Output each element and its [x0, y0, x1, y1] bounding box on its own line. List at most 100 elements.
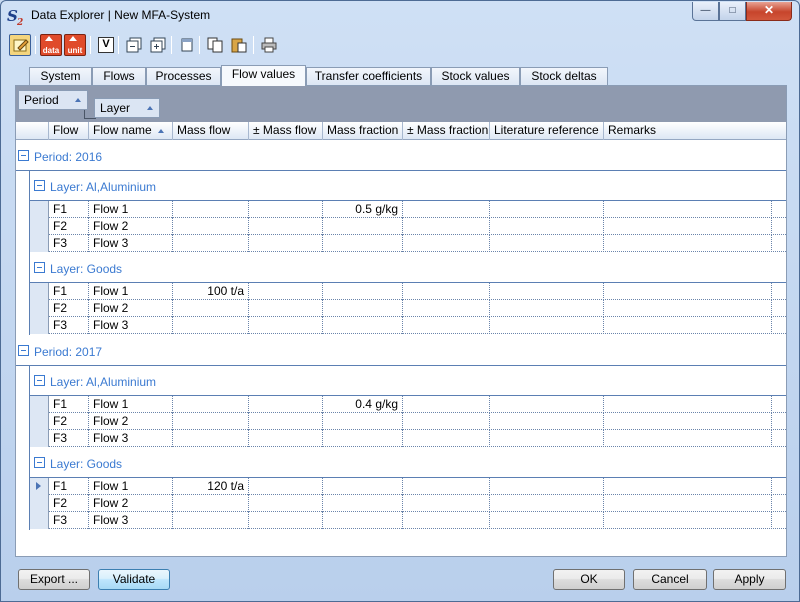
cell-pm-mass-flow[interactable]	[249, 495, 323, 512]
cell-mass-flow[interactable]	[173, 201, 249, 218]
row-selector[interactable]	[30, 430, 49, 447]
layer-group-row[interactable]: Layer: Goods	[30, 448, 786, 478]
cell-pm-mass-flow[interactable]	[249, 478, 323, 495]
col-header-flow[interactable]: Flow	[49, 122, 89, 140]
col-header-pm-mass-fraction[interactable]: ± Mass fraction	[403, 122, 490, 140]
group-chip-layer[interactable]: Layer	[94, 98, 160, 118]
table-row[interactable]: F1 Flow 1 120 t/a	[30, 478, 786, 495]
cell-flow-name[interactable]: Flow 2	[89, 413, 173, 430]
tab-system[interactable]: System	[29, 67, 92, 86]
cell-mass-fraction[interactable]	[323, 430, 403, 447]
cell-remarks[interactable]	[604, 201, 772, 218]
cell-flow[interactable]: F3	[49, 512, 89, 529]
cell-mass-flow[interactable]	[173, 413, 249, 430]
cell-mass-flow[interactable]	[173, 317, 249, 334]
table-row[interactable]: F2 Flow 2	[30, 413, 786, 430]
cell-pm-mass-flow[interactable]	[249, 413, 323, 430]
cell-mass-flow[interactable]	[173, 300, 249, 317]
cell-flow-name[interactable]: Flow 2	[89, 300, 173, 317]
row-selector[interactable]	[30, 512, 49, 529]
expand-all-button[interactable]	[146, 34, 168, 56]
cell-mass-flow[interactable]	[173, 396, 249, 413]
cell-literature-reference[interactable]	[490, 413, 604, 430]
cancel-button[interactable]: Cancel	[633, 569, 707, 590]
collapse-icon[interactable]	[18, 345, 29, 356]
cell-flow[interactable]: F2	[49, 495, 89, 512]
cell-pm-mass-flow[interactable]	[249, 317, 323, 334]
cell-mass-flow[interactable]	[173, 218, 249, 235]
cell-remarks[interactable]	[604, 235, 772, 252]
export-button[interactable]: Export ...	[18, 569, 90, 590]
cell-flow[interactable]: F1	[49, 396, 89, 413]
cell-flow-name[interactable]: Flow 3	[89, 512, 173, 529]
cell-literature-reference[interactable]	[490, 201, 604, 218]
cell-mass-flow[interactable]	[173, 495, 249, 512]
cell-literature-reference[interactable]	[490, 478, 604, 495]
cell-mass-fraction[interactable]	[323, 300, 403, 317]
cell-remarks[interactable]	[604, 413, 772, 430]
row-selector[interactable]	[30, 235, 49, 252]
cell-pm-mass-fraction[interactable]	[403, 300, 490, 317]
cell-mass-fraction[interactable]	[323, 235, 403, 252]
cell-pm-mass-fraction[interactable]	[403, 478, 490, 495]
cell-mass-fraction[interactable]: 0.5 g/kg	[323, 201, 403, 218]
cell-flow[interactable]: F2	[49, 413, 89, 430]
cell-remarks[interactable]	[604, 283, 772, 300]
cell-remarks[interactable]	[604, 478, 772, 495]
cell-pm-mass-fraction[interactable]	[403, 218, 490, 235]
tab-processes[interactable]: Processes	[146, 67, 221, 86]
cell-pm-mass-flow[interactable]	[249, 201, 323, 218]
period-group-row[interactable]: Period: 2017	[16, 336, 786, 366]
collapse-all-button[interactable]	[122, 34, 144, 56]
cell-mass-fraction[interactable]	[323, 317, 403, 334]
table-row[interactable]: F1 Flow 1 0.5 g/kg	[30, 201, 786, 218]
cell-literature-reference[interactable]	[490, 512, 604, 529]
cell-flow-name[interactable]: Flow 2	[89, 495, 173, 512]
collapse-icon[interactable]	[34, 180, 45, 191]
tab-stock-values[interactable]: Stock values	[431, 67, 520, 86]
table-row[interactable]: F3 Flow 3	[30, 430, 786, 447]
cell-pm-mass-fraction[interactable]	[403, 413, 490, 430]
cell-pm-mass-fraction[interactable]	[403, 317, 490, 334]
ok-button[interactable]: OK	[553, 569, 625, 590]
table-row[interactable]: F3 Flow 3	[30, 512, 786, 529]
print-button[interactable]	[257, 34, 279, 56]
cell-mass-fraction[interactable]	[323, 495, 403, 512]
export-unit-button[interactable]: unit	[64, 34, 86, 56]
validate-button[interactable]: Validate	[98, 569, 170, 590]
single-window-button[interactable]	[175, 34, 197, 56]
minimize-button[interactable]: —	[692, 2, 719, 21]
row-selector[interactable]	[30, 300, 49, 317]
tab-transfer-coefficients[interactable]: Transfer coefficients	[306, 67, 431, 86]
cell-flow-name[interactable]: Flow 1	[89, 283, 173, 300]
cell-literature-reference[interactable]	[490, 235, 604, 252]
table-row[interactable]: F1 Flow 1 0.4 g/kg	[30, 396, 786, 413]
cell-mass-fraction[interactable]	[323, 218, 403, 235]
cell-pm-mass-fraction[interactable]	[403, 495, 490, 512]
collapse-icon[interactable]	[18, 150, 29, 161]
table-row[interactable]: F1 Flow 1 100 t/a	[30, 283, 786, 300]
collapse-icon[interactable]	[34, 457, 45, 468]
cell-pm-mass-flow[interactable]	[249, 430, 323, 447]
layer-group-row[interactable]: Layer: Al,Aluminium	[30, 366, 786, 396]
cell-literature-reference[interactable]	[490, 283, 604, 300]
cell-mass-fraction[interactable]	[323, 478, 403, 495]
cell-mass-flow[interactable]	[173, 235, 249, 252]
row-selector[interactable]	[30, 201, 49, 218]
paste-button[interactable]	[227, 34, 249, 56]
row-selector[interactable]	[30, 218, 49, 235]
cell-pm-mass-fraction[interactable]	[403, 235, 490, 252]
col-header-literature-reference[interactable]: Literature reference	[490, 122, 604, 140]
cell-mass-flow[interactable]	[173, 430, 249, 447]
cell-pm-mass-fraction[interactable]	[403, 512, 490, 529]
cell-remarks[interactable]	[604, 430, 772, 447]
cell-flow[interactable]: F3	[49, 430, 89, 447]
cell-flow-name[interactable]: Flow 3	[89, 430, 173, 447]
col-header-remarks[interactable]: Remarks	[604, 122, 786, 140]
cell-pm-mass-fraction[interactable]	[403, 396, 490, 413]
close-button[interactable]: ✕	[746, 2, 792, 21]
cell-flow[interactable]: F3	[49, 235, 89, 252]
cell-pm-mass-fraction[interactable]	[403, 283, 490, 300]
cell-pm-mass-flow[interactable]	[249, 396, 323, 413]
cell-flow-name[interactable]: Flow 2	[89, 218, 173, 235]
